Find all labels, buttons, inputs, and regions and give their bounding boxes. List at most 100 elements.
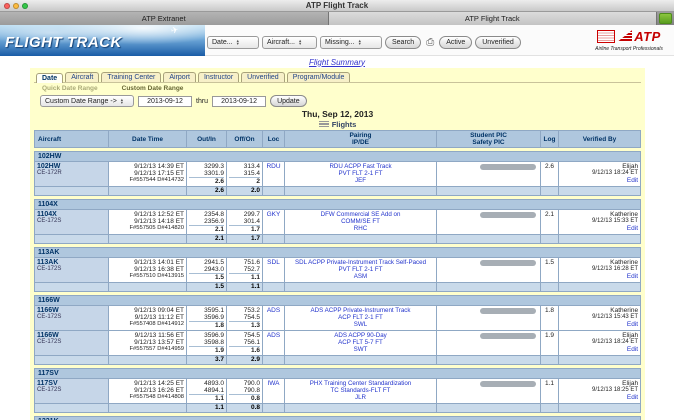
loc-link[interactable]: ADS <box>265 307 282 314</box>
sum-cell <box>109 235 187 244</box>
pairing-link[interactable]: ACP FLT 2-1 FT <box>287 314 434 321</box>
verified-by-name: Elijah <box>561 163 638 170</box>
datetime-out: 9/12/13 09:04 ET <box>111 307 184 314</box>
loc-link[interactable]: ADS <box>265 332 282 339</box>
column-header-date-time: Date Time <box>109 131 187 148</box>
edit-link[interactable]: Edit <box>561 321 638 328</box>
date-from-input[interactable] <box>138 96 192 107</box>
flight-ref: F#557548 D#414808 <box>111 394 184 401</box>
quick-date-range-label[interactable]: Quick Date Range <box>42 85 98 93</box>
flights-table: AircraftDate TimeOut/InOff/OnLocPairingI… <box>34 130 641 148</box>
date-range-select[interactable]: Custom Date Range -> ▴▾ <box>40 95 134 107</box>
off-on-cell: 790.0790.80.8 <box>227 379 263 404</box>
pairing-link[interactable]: PVT FLT 2-1 FT <box>287 170 434 177</box>
pairing-link[interactable]: ADS ACPP 90-Day <box>287 332 434 339</box>
pairing-link[interactable]: SWL <box>287 321 434 328</box>
sum-on-total: 1.1 <box>227 283 263 292</box>
print-icon[interactable]: ⎙ <box>424 36 436 49</box>
sum-cell <box>437 356 541 365</box>
active-button[interactable]: Active <box>439 36 472 49</box>
unverified-button[interactable]: Unverified <box>475 36 521 49</box>
column-header-pairing-line: Pairing <box>286 132 435 139</box>
pairing-link[interactable]: COMM/SE FT <box>287 218 434 225</box>
missing-filter-select[interactable]: Missing... ▴▾ <box>320 36 382 49</box>
close-window-button[interactable] <box>4 3 10 9</box>
sum-cell <box>35 283 109 292</box>
aircraft-filter-select[interactable]: Aircraft... ▴▾ <box>262 36 317 49</box>
out-in-cell: 2354.82356.92.1 <box>187 210 227 235</box>
flight-summary-link[interactable]: Flight Summary <box>309 58 365 67</box>
update-button[interactable]: Update <box>270 95 307 107</box>
verified-by-name: Elijah <box>561 332 638 339</box>
pairing-link[interactable]: DFW Commercial SE Add on <box>287 211 434 218</box>
pairing-link[interactable]: SWT <box>287 346 434 353</box>
edit-link[interactable]: Edit <box>561 225 638 232</box>
flight-row: 117SVCE-172S9/12/13 14:25 ET9/12/13 16:2… <box>35 379 641 404</box>
flight-row: 113AKCE-172S9/12/13 14:01 ET9/12/13 16:3… <box>35 258 641 283</box>
pairing-link[interactable]: SDL ACPP Private-Instrument Track Self-P… <box>287 259 434 266</box>
off-value: 299.7 <box>229 211 260 218</box>
loc-link[interactable]: IWA <box>265 380 282 387</box>
search-toolbar: Date... ▴▾ Aircraft... ▴▾ Missing... ▴▾ … <box>207 35 521 49</box>
out-in-total: 2.1 <box>189 225 224 233</box>
pairing-link[interactable]: ASM <box>287 273 434 280</box>
browser-tab-atp-extranet[interactable]: ATP Extranet <box>0 12 329 25</box>
zoom-window-button[interactable] <box>22 3 28 9</box>
in-value: 3598.8 <box>189 339 224 346</box>
loc-link[interactable]: GKY <box>265 211 282 218</box>
sum-cell <box>109 404 187 413</box>
pairing-cell: PHX Training Center StandardizationTC St… <box>285 379 437 404</box>
pairing-link[interactable]: RDU ACPP Fast Track <box>287 163 434 170</box>
tab-airport[interactable]: Airport <box>163 72 196 82</box>
pairing-link[interactable]: ADS ACPP Private-Instrument Track <box>287 307 434 314</box>
loc-cell: IWA <box>263 379 285 404</box>
off-value: 313.4 <box>229 163 260 170</box>
new-tab-button[interactable] <box>659 13 672 24</box>
tab-aircraft[interactable]: Aircraft <box>65 72 99 82</box>
edit-link[interactable]: Edit <box>561 394 638 401</box>
pairing-link[interactable]: RHC <box>287 225 434 232</box>
tab-program-module[interactable]: Program/Module <box>287 72 351 82</box>
student-cell <box>437 162 541 187</box>
datetime-out: 9/12/13 12:52 ET <box>111 211 184 218</box>
on-value: 752.7 <box>229 266 260 273</box>
pairing-link[interactable]: PVT FLT 2-1 FT <box>287 266 434 273</box>
edit-link[interactable]: Edit <box>561 273 638 280</box>
flights-section-header: Flights <box>34 120 641 128</box>
column-header-pairing-line: IP/DE <box>286 139 435 146</box>
pairing-link[interactable]: JEF <box>287 177 434 184</box>
off-on-total: 1.6 <box>229 346 260 354</box>
pairing-link[interactable]: PHX Training Center Standardization <box>287 380 434 387</box>
browser-tab-atp-flight-track[interactable]: ATP Flight Track <box>329 12 658 25</box>
loc-link[interactable]: SDL <box>265 259 282 266</box>
log-value: 1.1 <box>543 380 556 387</box>
custom-date-range-label[interactable]: Custom Date Range <box>122 85 184 93</box>
date-range-controls: Custom Date Range -> ▴▾ thru Update <box>40 95 641 107</box>
loc-link[interactable]: RDU <box>265 163 282 170</box>
tab-training-center[interactable]: Training Center <box>101 72 161 82</box>
verified-cell: Elijah9/12/13 18:24 ETEdit <box>559 162 641 187</box>
pairing-cell: DFW Commercial SE Add onCOMM/SE FTRHC <box>285 210 437 235</box>
missing-filter-value: Missing... <box>325 39 355 46</box>
datetime-in: 9/12/13 14:18 ET <box>111 218 184 225</box>
tab-date[interactable]: Date <box>36 73 63 83</box>
airplane-icon: ✈ <box>170 25 180 37</box>
pairing-link[interactable]: TC Standards-FLT FT <box>287 387 434 394</box>
flight-row: 1166WCE-172S9/12/13 11:56 ET9/12/13 13:5… <box>35 331 641 356</box>
minimize-window-button[interactable] <box>13 3 19 9</box>
edit-link[interactable]: Edit <box>561 177 638 184</box>
out-in-cell: 3299.33301.92.6 <box>187 162 227 187</box>
edit-link[interactable]: Edit <box>561 346 638 353</box>
datetime-out: 9/12/13 14:01 ET <box>111 259 184 266</box>
column-header-student-pic-line: Safety PIC <box>438 139 539 146</box>
search-button[interactable]: Search <box>385 36 421 49</box>
tab-unverified[interactable]: Unverified <box>241 72 285 82</box>
date-to-input[interactable] <box>212 96 266 107</box>
group-sum-row: 2.62.0 <box>35 187 641 196</box>
date-filter-select[interactable]: Date... ▴▾ <box>207 36 259 49</box>
pairing-link[interactable]: ACP FLT 5-7 FT <box>287 339 434 346</box>
off-on-total: 1.7 <box>229 225 260 233</box>
pairing-link[interactable]: JLR <box>287 394 434 401</box>
tab-instructor[interactable]: Instructor <box>198 72 239 82</box>
datetime-in: 9/12/13 13:57 ET <box>111 339 184 346</box>
